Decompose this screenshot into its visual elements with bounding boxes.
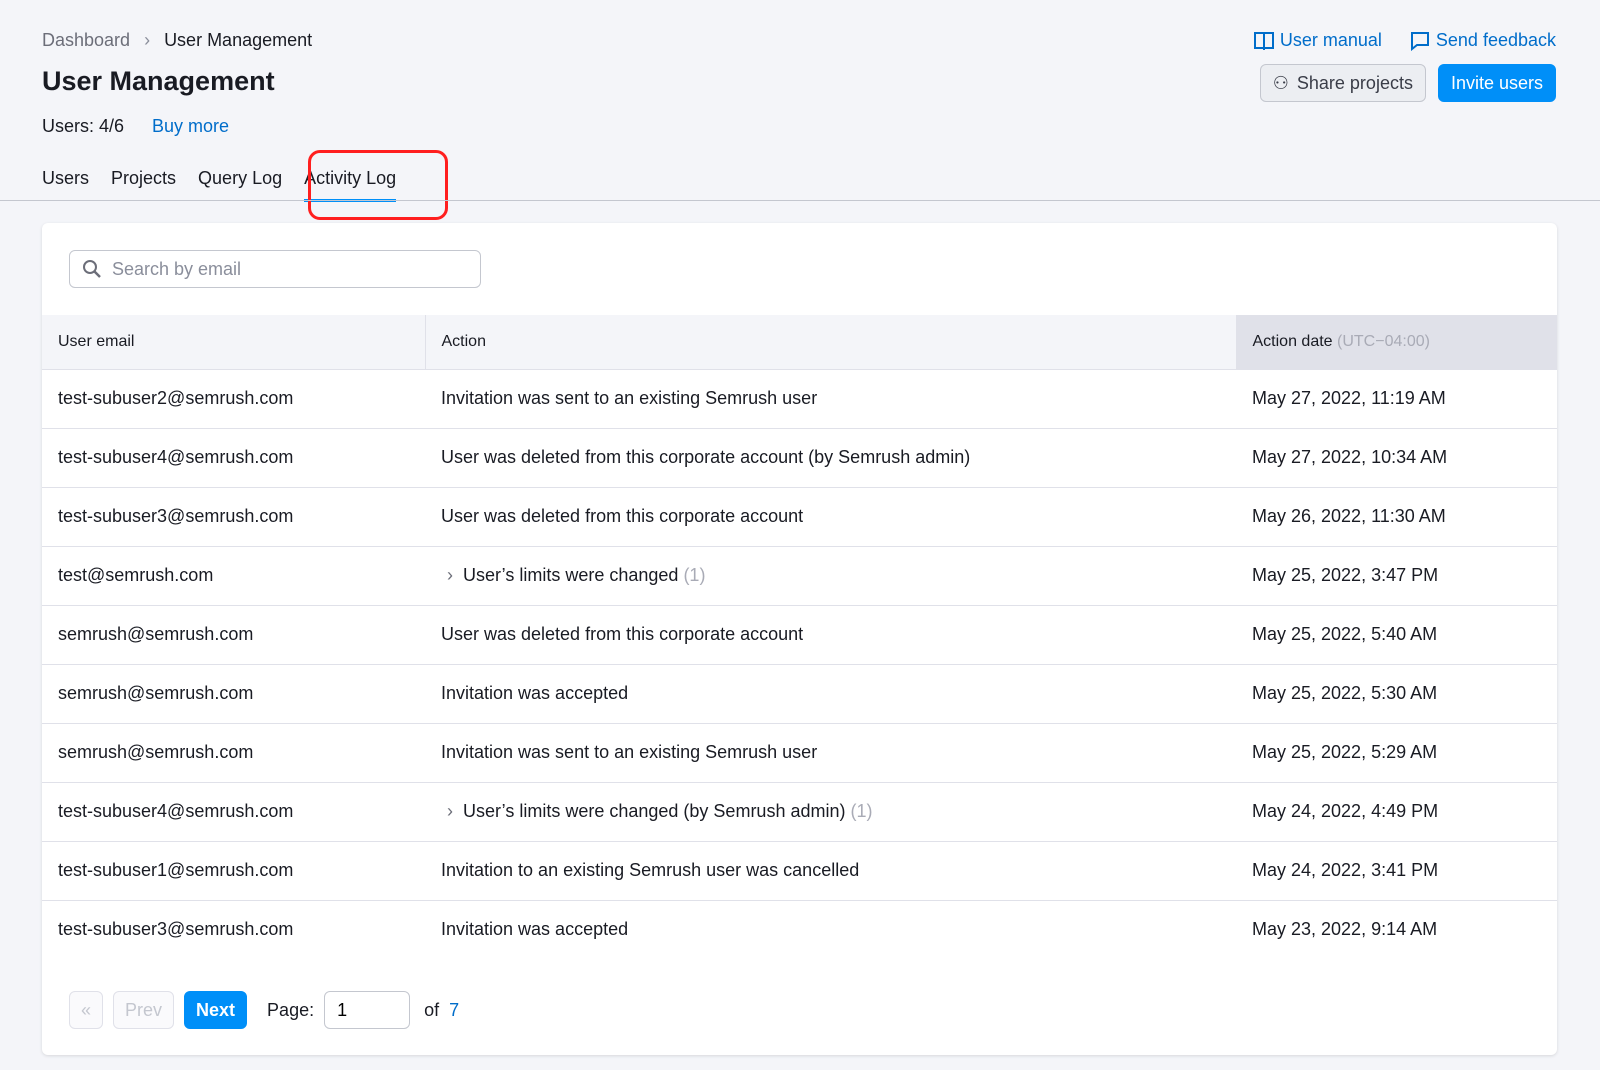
cell-email: test@semrush.com bbox=[42, 545, 425, 605]
cell-date: May 25, 2022, 3:47 PM bbox=[1236, 545, 1557, 605]
tab-projects[interactable]: Projects bbox=[111, 168, 176, 202]
cell-email: semrush@semrush.com bbox=[42, 663, 425, 723]
tab-query-log[interactable]: Query Log bbox=[198, 168, 282, 202]
chat-icon bbox=[1410, 31, 1429, 51]
chevron-right-icon: › bbox=[144, 30, 151, 50]
chevron-right-icon[interactable]: › bbox=[447, 565, 453, 585]
cell-email: test-subuser3@semrush.com bbox=[42, 899, 425, 959]
cell-action: User was deleted from this corporate acc… bbox=[425, 486, 1236, 546]
search-input[interactable]: Search by email bbox=[69, 250, 481, 288]
table-row: semrush@semrush.com Invitation was sent … bbox=[42, 722, 1557, 782]
cell-email: test-subuser3@semrush.com bbox=[42, 486, 425, 546]
cell-date: May 26, 2022, 11:30 AM bbox=[1236, 486, 1557, 546]
divider bbox=[0, 200, 1600, 201]
total-pages[interactable]: 7 bbox=[449, 1000, 459, 1021]
table-row: test-subuser3@semrush.com User was delet… bbox=[42, 486, 1557, 546]
cell-email: semrush@semrush.com bbox=[42, 604, 425, 664]
cell-action: Invitation was accepted bbox=[425, 899, 1236, 959]
col-action-date[interactable]: Action date (UTC−04:00) bbox=[1235, 315, 1557, 369]
cell-date: May 27, 2022, 10:34 AM bbox=[1236, 427, 1557, 487]
cell-action[interactable]: › User’s limits were changed (by Semrush … bbox=[425, 781, 1236, 841]
cell-date: May 25, 2022, 5:29 AM bbox=[1236, 722, 1557, 782]
cell-action: Invitation to an existing Semrush user w… bbox=[425, 840, 1236, 900]
send-feedback-link[interactable]: Send feedback bbox=[1410, 30, 1556, 51]
search-icon bbox=[83, 260, 101, 278]
cell-date: May 23, 2022, 9:14 AM bbox=[1236, 899, 1557, 959]
first-page-button[interactable]: « bbox=[69, 991, 104, 1029]
book-icon bbox=[1253, 31, 1274, 50]
cell-email: test-subuser1@semrush.com bbox=[42, 840, 425, 900]
page-label: Page: bbox=[267, 999, 315, 1020]
tab-users[interactable]: Users bbox=[42, 168, 89, 202]
breadcrumb-dashboard[interactable]: Dashboard bbox=[42, 30, 130, 51]
cell-date: May 25, 2022, 5:40 AM bbox=[1236, 604, 1557, 664]
page-title: User Management bbox=[42, 66, 275, 96]
users-count: Users: 4/6 bbox=[42, 116, 125, 136]
chevron-right-icon[interactable]: › bbox=[447, 801, 453, 821]
cell-action: User was deleted from this corporate acc… bbox=[425, 604, 1236, 664]
next-button[interactable]: Next bbox=[184, 991, 248, 1029]
breadcrumb: Dashboard › User Management bbox=[42, 30, 312, 51]
activity-log-card: Search by email User email Action Action… bbox=[42, 223, 1557, 1055]
users-icon: ⚇ bbox=[1272, 72, 1289, 93]
cell-action: Invitation was accepted bbox=[425, 663, 1236, 723]
pagination: « Prev Next Page: of 7 bbox=[69, 991, 459, 1029]
table-row: test-subuser2@semrush.com Invitation was… bbox=[42, 368, 1557, 428]
buy-more-link[interactable]: Buy more bbox=[152, 116, 229, 137]
cell-action: Invitation was sent to an existing Semru… bbox=[425, 368, 1236, 428]
page-input[interactable] bbox=[324, 991, 411, 1029]
highlight-annotation bbox=[308, 150, 448, 220]
cell-email: test-subuser2@semrush.com bbox=[42, 368, 425, 428]
activity-table: User email Action Action date (UTC−04:00… bbox=[42, 315, 1557, 959]
invite-users-button[interactable]: Invite users bbox=[1437, 64, 1556, 102]
user-manual-link[interactable]: User manual bbox=[1253, 30, 1382, 51]
of-label: of bbox=[424, 999, 440, 1020]
cell-date: May 24, 2022, 3:41 PM bbox=[1236, 840, 1557, 900]
col-user-email: User email bbox=[42, 315, 425, 369]
cell-email: test-subuser4@semrush.com bbox=[42, 427, 425, 487]
prev-button[interactable]: Prev bbox=[113, 991, 175, 1029]
table-row: test-subuser3@semrush.com Invitation was… bbox=[42, 899, 1557, 959]
col-action: Action bbox=[424, 315, 1236, 369]
cell-action: User was deleted from this corporate acc… bbox=[425, 427, 1236, 487]
table-row: test@semrush.com › User’s limits were cha… bbox=[42, 545, 1557, 605]
table-row: test-subuser4@semrush.com › User’s limits… bbox=[42, 781, 1557, 841]
table-row: test-subuser4@semrush.com User was delet… bbox=[42, 427, 1557, 487]
table-row: semrush@semrush.com User was deleted fro… bbox=[42, 604, 1557, 664]
cell-action: Invitation was sent to an existing Semru… bbox=[425, 722, 1236, 782]
cell-email: semrush@semrush.com bbox=[42, 722, 425, 782]
share-projects-button[interactable]: ⚇ Share projects bbox=[1259, 64, 1426, 102]
cell-action[interactable]: › User’s limits were changed (1) bbox=[425, 545, 1236, 605]
cell-email: test-subuser4@semrush.com bbox=[42, 781, 425, 841]
table-row: semrush@semrush.com Invitation was accep… bbox=[42, 663, 1557, 723]
breadcrumb-current: User Management bbox=[164, 30, 313, 50]
cell-date: May 24, 2022, 4:49 PM bbox=[1236, 781, 1557, 841]
cell-date: May 27, 2022, 11:19 AM bbox=[1236, 368, 1557, 428]
table-row: test-subuser1@semrush.com Invitation to … bbox=[42, 840, 1557, 900]
cell-date: May 25, 2022, 5:30 AM bbox=[1236, 663, 1557, 723]
